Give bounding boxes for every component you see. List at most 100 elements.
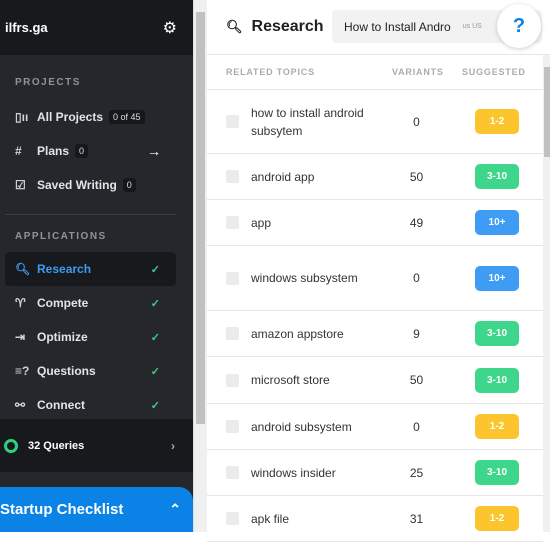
hash-icon: #: [15, 144, 22, 158]
table-row[interactable]: android app 50 3-10: [207, 154, 543, 200]
queries-icon: [4, 438, 18, 453]
chevron-up-icon: ⌃: [169, 501, 181, 517]
arrow-right-icon[interactable]: →: [147, 143, 161, 159]
variants-value: 9: [413, 326, 420, 341]
table-row[interactable]: windows subsystem 0 10+: [207, 246, 543, 311]
variants-value: 31: [409, 511, 424, 526]
edit-icon: ☑: [15, 178, 26, 192]
variants-value: 25: [409, 465, 424, 480]
item-label: Saved Writing: [37, 178, 117, 192]
row-checkbox[interactable]: [226, 327, 239, 340]
page-title: Research: [251, 18, 324, 35]
variants-value: 0: [413, 419, 420, 434]
queries-label: 32 Queries: [28, 439, 85, 452]
check-icon: ✓: [150, 297, 160, 310]
topic-label: amazon appstore: [251, 326, 344, 341]
scrollbar-thumb[interactable]: [544, 67, 550, 157]
sidebar-item-all-projects[interactable]: ▯ıı All Projects 0 of 45: [0, 100, 193, 134]
queries-button[interactable]: 32 Queries ›: [0, 419, 193, 472]
table-row[interactable]: amazon appstore 9 3-10: [207, 311, 543, 357]
sidebar-item-saved-writing[interactable]: ☑ Saved Writing 0: [0, 168, 193, 202]
question-list-icon: ≡?: [15, 364, 30, 378]
check-icon: ✓: [150, 331, 160, 344]
main-panel: 🔍︎ Research How to Install Andro us US ? R…: [207, 0, 550, 542]
sidebar-item-questions[interactable]: ≡? Questions ✓: [0, 354, 193, 388]
sidebar-item-optimize[interactable]: ⇥ Optimize ✓: [0, 320, 193, 354]
sidebar-item-compete[interactable]: ♈︎ Compete ✓: [0, 286, 193, 320]
sidebar-header: ilfrs.ga ⚙: [0, 0, 193, 55]
column-related-topics: RELATED TOPICS: [226, 67, 315, 77]
applications-heading: APPLICATIONS: [15, 231, 107, 242]
table-row[interactable]: microsoft store 50 3-10: [207, 357, 543, 404]
sidebar-scrollbar[interactable]: [193, 0, 207, 532]
search-plus-icon: 🔍︎: [15, 262, 31, 276]
row-checkbox[interactable]: [226, 466, 239, 479]
variants-value: 50: [409, 373, 424, 387]
main-header: 🔍︎ Research How to Install Andro us US ?: [207, 0, 550, 55]
columns-icon: ▯ıı: [15, 110, 29, 124]
count-badge: 0 of 45: [109, 110, 145, 124]
checklist-label: Startup Checklist: [0, 501, 124, 518]
table-row[interactable]: android subsystem 0 1-2: [207, 404, 543, 450]
topic-label: windows insider: [251, 465, 336, 480]
suggested-badge: 1-2: [475, 414, 519, 439]
row-checkbox[interactable]: [226, 216, 239, 229]
count-badge: 0: [122, 178, 136, 192]
row-checkbox[interactable]: [226, 373, 239, 387]
chevron-right-icon: ›: [171, 438, 175, 453]
projects-heading: PROJECTS: [15, 77, 81, 88]
suggested-badge: 3-10: [475, 460, 519, 485]
startup-checklist-button[interactable]: Startup Checklist ⌃: [0, 487, 193, 532]
workspace-name[interactable]: ilfrs.ga: [5, 20, 48, 35]
topic-label: android subsystem: [251, 419, 352, 434]
item-label: Plans: [37, 144, 70, 158]
main-scrollbar[interactable]: [543, 55, 550, 532]
item-label: Connect: [37, 398, 85, 412]
suggested-badge: 10+: [475, 210, 519, 235]
table-row[interactable]: windows insider 25 3-10: [207, 450, 543, 496]
gear-icon[interactable]: ⚙: [163, 18, 177, 38]
table-row[interactable]: app 49 10+: [207, 200, 543, 246]
variants-value: 50: [409, 169, 424, 184]
check-icon: ✓: [150, 263, 160, 276]
sidebar-item-connect[interactable]: ⚯ Connect ✓: [0, 388, 193, 422]
row-checkbox[interactable]: [226, 271, 239, 285]
item-label: Optimize: [37, 330, 88, 344]
item-label: Compete: [37, 296, 89, 310]
trophy-icon: ♈︎: [15, 296, 26, 310]
search-value: How to Install Andro: [344, 19, 451, 34]
topic-label: microsoft store: [251, 373, 330, 387]
link-icon: ⚯: [15, 398, 26, 412]
table-row[interactable]: how to install android subsytem 0 1-2: [207, 90, 543, 154]
row-checkbox[interactable]: [226, 420, 239, 433]
variants-value: 0: [413, 114, 420, 129]
column-suggested: SUGGESTED: [462, 67, 526, 77]
sidebar-item-research[interactable]: 🔍︎ Research ✓: [5, 252, 176, 286]
row-checkbox[interactable]: [226, 115, 239, 128]
sidebar: ilfrs.ga ⚙ PROJECTS ▯ıı All Projects 0 of …: [0, 0, 193, 532]
row-checkbox[interactable]: [226, 512, 239, 525]
item-label: All Projects: [37, 110, 104, 124]
item-label: Questions: [37, 364, 96, 378]
sidebar-item-plans[interactable]: # Plans 0 →: [0, 134, 193, 168]
count-badge: 0: [75, 144, 89, 158]
divider: [5, 214, 176, 215]
topic-label: how to install android subsytem: [251, 105, 364, 138]
table-row[interactable]: apk file 31 1-2: [207, 496, 543, 542]
help-button[interactable]: ?: [497, 4, 541, 48]
login-icon: ⇥: [15, 330, 26, 344]
check-icon: ✓: [150, 365, 160, 378]
variants-value: 0: [413, 271, 420, 285]
suggested-badge: 3-10: [475, 164, 519, 189]
suggested-badge: 3-10: [475, 367, 519, 393]
locale-label[interactable]: us US: [463, 23, 482, 30]
scrollbar-thumb[interactable]: [196, 12, 205, 424]
column-variants: VARIANTS: [392, 67, 444, 77]
topic-label: app: [251, 215, 272, 230]
suggested-badge: 10+: [475, 265, 519, 291]
row-checkbox[interactable]: [226, 170, 239, 183]
topic-label: apk file: [251, 511, 290, 526]
suggested-badge: 1-2: [475, 506, 519, 531]
variants-value: 49: [409, 215, 424, 230]
table-header: RELATED TOPICS VARIANTS SUGGESTED: [207, 55, 543, 90]
